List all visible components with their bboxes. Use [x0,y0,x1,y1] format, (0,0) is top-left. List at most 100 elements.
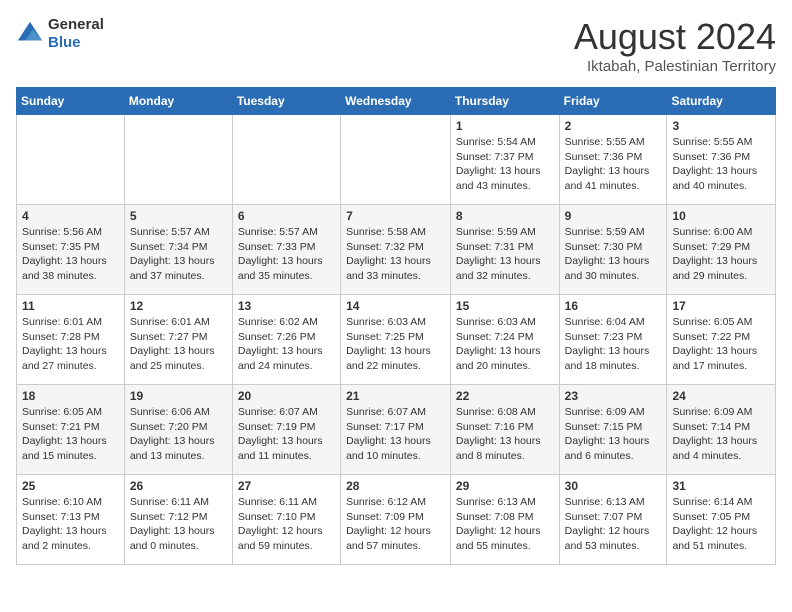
calendar-cell [17,115,125,205]
calendar-cell: 5 Sunrise: 5:57 AMSunset: 7:34 PMDaylight… [124,205,232,295]
logo: General Blue [16,16,104,52]
day-info: Sunrise: 6:00 AMSunset: 7:29 PMDaylight:… [672,225,770,284]
calendar-header-row: SundayMondayTuesdayWednesdayThursdayFrid… [17,88,776,115]
day-info: Sunrise: 6:13 AMSunset: 7:08 PMDaylight:… [456,495,554,554]
calendar-cell: 27 Sunrise: 6:11 AMSunset: 7:10 PMDayligh… [232,475,340,565]
calendar-cell: 12 Sunrise: 6:01 AMSunset: 7:27 PMDayligh… [124,295,232,385]
day-number: 4 [22,209,119,223]
day-number: 16 [565,299,662,313]
day-number: 15 [456,299,554,313]
day-info: Sunrise: 5:57 AMSunset: 7:33 PMDaylight:… [238,225,335,284]
calendar-cell [341,115,451,205]
calendar-week-row: 1Sunrise: 5:54 AMSunset: 7:37 PMDaylight… [17,115,776,205]
calendar-cell: 4 Sunrise: 5:56 AMSunset: 7:35 PMDaylight… [17,205,125,295]
day-of-week-header: Friday [559,88,667,115]
calendar-cell: 14 Sunrise: 6:03 AMSunset: 7:25 PMDayligh… [341,295,451,385]
page-header: General Blue August 2024 Iktabah, Palest… [16,16,776,75]
day-info: Sunrise: 5:58 AMSunset: 7:32 PMDaylight:… [346,225,445,284]
day-info: Sunrise: 6:12 AMSunset: 7:09 PMDaylight:… [346,495,445,554]
calendar-cell: 25 Sunrise: 6:10 AMSunset: 7:13 PMDayligh… [17,475,125,565]
day-number: 24 [672,389,770,403]
calendar-cell: 17 Sunrise: 6:05 AMSunset: 7:22 PMDayligh… [667,295,776,385]
day-number: 25 [22,479,119,493]
calendar-cell: 9Sunrise: 5:59 AMSunset: 7:30 PMDaylight… [559,205,667,295]
day-number: 21 [346,389,445,403]
day-number: 19 [130,389,227,403]
day-number: 23 [565,389,662,403]
day-number: 2 [565,119,662,133]
day-info: Sunrise: 6:03 AMSunset: 7:25 PMDaylight:… [346,315,445,374]
day-info: Sunrise: 5:56 AMSunset: 7:35 PMDaylight:… [22,225,119,284]
main-title: August 2024 [574,16,776,58]
calendar-cell: 31Sunrise: 6:14 AMSunset: 7:05 PMDayligh… [667,475,776,565]
day-info: Sunrise: 5:59 AMSunset: 7:30 PMDaylight:… [565,225,662,284]
day-of-week-header: Tuesday [232,88,340,115]
day-info: Sunrise: 6:08 AMSunset: 7:16 PMDaylight:… [456,405,554,464]
calendar-week-row: 18 Sunrise: 6:05 AMSunset: 7:21 PMDayligh… [17,385,776,475]
day-info: Sunrise: 6:01 AMSunset: 7:28 PMDaylight:… [22,315,119,374]
day-info: Sunrise: 6:02 AMSunset: 7:26 PMDaylight:… [238,315,335,374]
day-info: Sunrise: 6:11 AMSunset: 7:10 PMDaylight:… [238,495,335,554]
calendar-cell: 2Sunrise: 5:55 AMSunset: 7:36 PMDaylight… [559,115,667,205]
day-number: 30 [565,479,662,493]
day-number: 28 [346,479,445,493]
calendar-body: 1Sunrise: 5:54 AMSunset: 7:37 PMDaylight… [17,115,776,565]
day-of-week-header: Monday [124,88,232,115]
logo-icon [16,20,44,48]
calendar-week-row: 11 Sunrise: 6:01 AMSunset: 7:28 PMDayligh… [17,295,776,385]
day-info: Sunrise: 5:57 AMSunset: 7:34 PMDaylight:… [130,225,227,284]
day-info: Sunrise: 6:10 AMSunset: 7:13 PMDaylight:… [22,495,119,554]
day-info: Sunrise: 5:54 AMSunset: 7:37 PMDaylight:… [456,135,554,194]
calendar-week-row: 4 Sunrise: 5:56 AMSunset: 7:35 PMDaylight… [17,205,776,295]
day-info: Sunrise: 6:09 AMSunset: 7:14 PMDaylight:… [672,405,770,464]
day-info: Sunrise: 6:13 AMSunset: 7:07 PMDaylight:… [565,495,662,554]
day-number: 5 [130,209,227,223]
day-number: 7 [346,209,445,223]
day-info: Sunrise: 5:59 AMSunset: 7:31 PMDaylight:… [456,225,554,284]
day-info: Sunrise: 6:14 AMSunset: 7:05 PMDaylight:… [672,495,770,554]
day-number: 10 [672,209,770,223]
day-number: 20 [238,389,335,403]
calendar-cell: 1Sunrise: 5:54 AMSunset: 7:37 PMDaylight… [450,115,559,205]
day-info: Sunrise: 6:01 AMSunset: 7:27 PMDaylight:… [130,315,227,374]
calendar-cell: 26Sunrise: 6:11 AMSunset: 7:12 PMDayligh… [124,475,232,565]
calendar-cell: 29 Sunrise: 6:13 AMSunset: 7:08 PMDayligh… [450,475,559,565]
calendar-cell: 10 Sunrise: 6:00 AMSunset: 7:29 PMDayligh… [667,205,776,295]
calendar-cell: 24 Sunrise: 6:09 AMSunset: 7:14 PMDayligh… [667,385,776,475]
calendar-cell: 16Sunrise: 6:04 AMSunset: 7:23 PMDayligh… [559,295,667,385]
day-number: 29 [456,479,554,493]
calendar-cell: 8Sunrise: 5:59 AMSunset: 7:31 PMDaylight… [450,205,559,295]
day-info: Sunrise: 6:07 AMSunset: 7:19 PMDaylight:… [238,405,335,464]
calendar-cell: 30 Sunrise: 6:13 AMSunset: 7:07 PMDayligh… [559,475,667,565]
day-number: 3 [672,119,770,133]
day-info: Sunrise: 6:05 AMSunset: 7:22 PMDaylight:… [672,315,770,374]
day-number: 18 [22,389,119,403]
day-number: 12 [130,299,227,313]
calendar-cell: 19 Sunrise: 6:06 AMSunset: 7:20 PMDayligh… [124,385,232,475]
day-number: 11 [22,299,119,313]
day-of-week-header: Saturday [667,88,776,115]
calendar-cell: 13 Sunrise: 6:02 AMSunset: 7:26 PMDayligh… [232,295,340,385]
calendar-cell: 18 Sunrise: 6:05 AMSunset: 7:21 PMDayligh… [17,385,125,475]
day-of-week-header: Thursday [450,88,559,115]
day-number: 6 [238,209,335,223]
calendar-header: SundayMondayTuesdayWednesdayThursdayFrid… [17,88,776,115]
day-info: Sunrise: 6:03 AMSunset: 7:24 PMDaylight:… [456,315,554,374]
day-info: Sunrise: 6:05 AMSunset: 7:21 PMDaylight:… [22,405,119,464]
day-number: 27 [238,479,335,493]
calendar-cell: 3 Sunrise: 5:55 AMSunset: 7:36 PMDaylight… [667,115,776,205]
calendar-cell [232,115,340,205]
day-number: 13 [238,299,335,313]
title-block: August 2024 Iktabah, Palestinian Territo… [574,16,776,75]
calendar-cell: 28 Sunrise: 6:12 AMSunset: 7:09 PMDayligh… [341,475,451,565]
day-of-week-header: Sunday [17,88,125,115]
day-number: 17 [672,299,770,313]
calendar-cell: 22 Sunrise: 6:08 AMSunset: 7:16 PMDayligh… [450,385,559,475]
day-number: 22 [456,389,554,403]
calendar-cell: 7 Sunrise: 5:58 AMSunset: 7:32 PMDaylight… [341,205,451,295]
subtitle: Iktabah, Palestinian Territory [574,58,776,75]
day-number: 14 [346,299,445,313]
calendar-cell: 15 Sunrise: 6:03 AMSunset: 7:24 PMDayligh… [450,295,559,385]
day-info: Sunrise: 6:06 AMSunset: 7:20 PMDaylight:… [130,405,227,464]
day-info: Sunrise: 5:55 AMSunset: 7:36 PMDaylight:… [672,135,770,194]
